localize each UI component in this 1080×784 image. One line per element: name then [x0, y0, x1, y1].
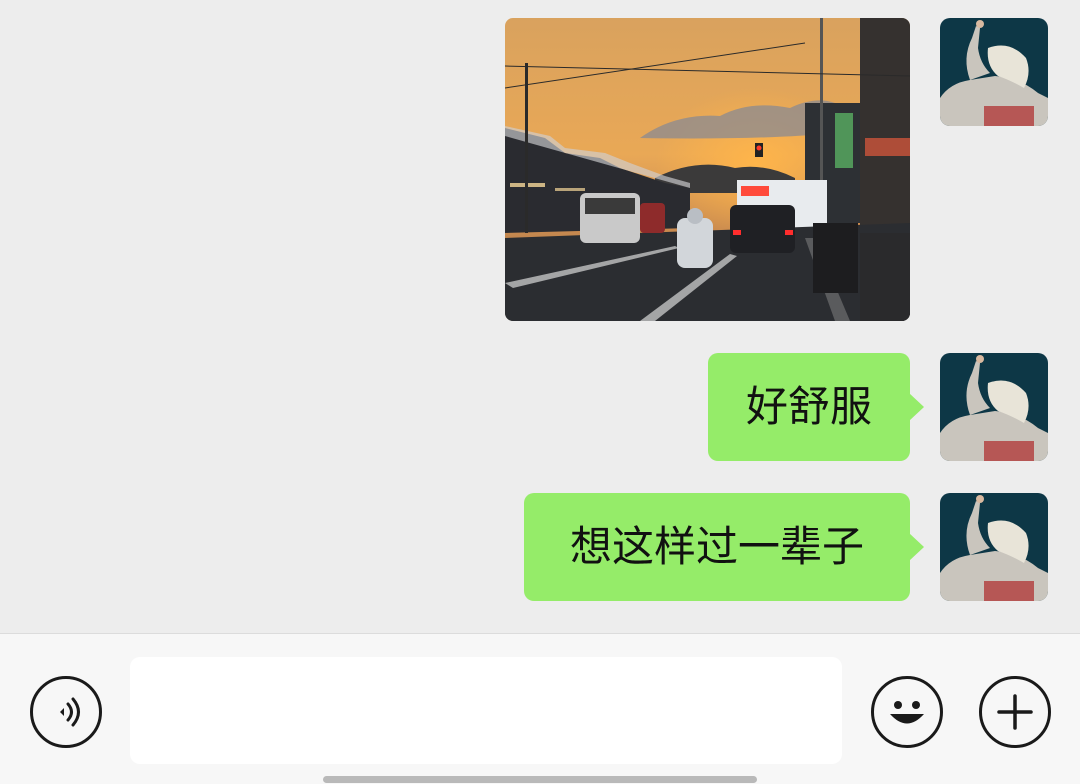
avatar[interactable] [940, 18, 1048, 126]
sent-photo[interactable] [505, 18, 910, 321]
input-bar [0, 633, 1080, 784]
message-text: 好舒服 [745, 382, 872, 431]
message-text: 想这样过一辈子 [569, 522, 864, 571]
street-sunset-image [505, 18, 910, 321]
plus-icon [997, 694, 1033, 730]
message-bubble[interactable]: 想这样过一辈子 [524, 493, 924, 601]
chat-area[interactable]: 好舒服 想这样过一辈子 [0, 0, 1080, 633]
emoji-icon [890, 701, 924, 724]
plus-button[interactable] [979, 676, 1051, 748]
emoji-button[interactable] [871, 676, 943, 748]
home-indicator[interactable] [323, 776, 757, 783]
voice-button[interactable] [30, 676, 102, 748]
message-input[interactable] [130, 657, 842, 764]
message-bubble[interactable]: 好舒服 [708, 353, 924, 461]
bubble-tail [909, 533, 924, 561]
avatar-image [940, 353, 1048, 461]
avatar-image [940, 18, 1048, 126]
bubble-tail [909, 393, 924, 421]
avatar[interactable] [940, 353, 1048, 461]
avatar[interactable] [940, 493, 1048, 601]
avatar-image [940, 493, 1048, 601]
voice-icon [60, 697, 80, 727]
